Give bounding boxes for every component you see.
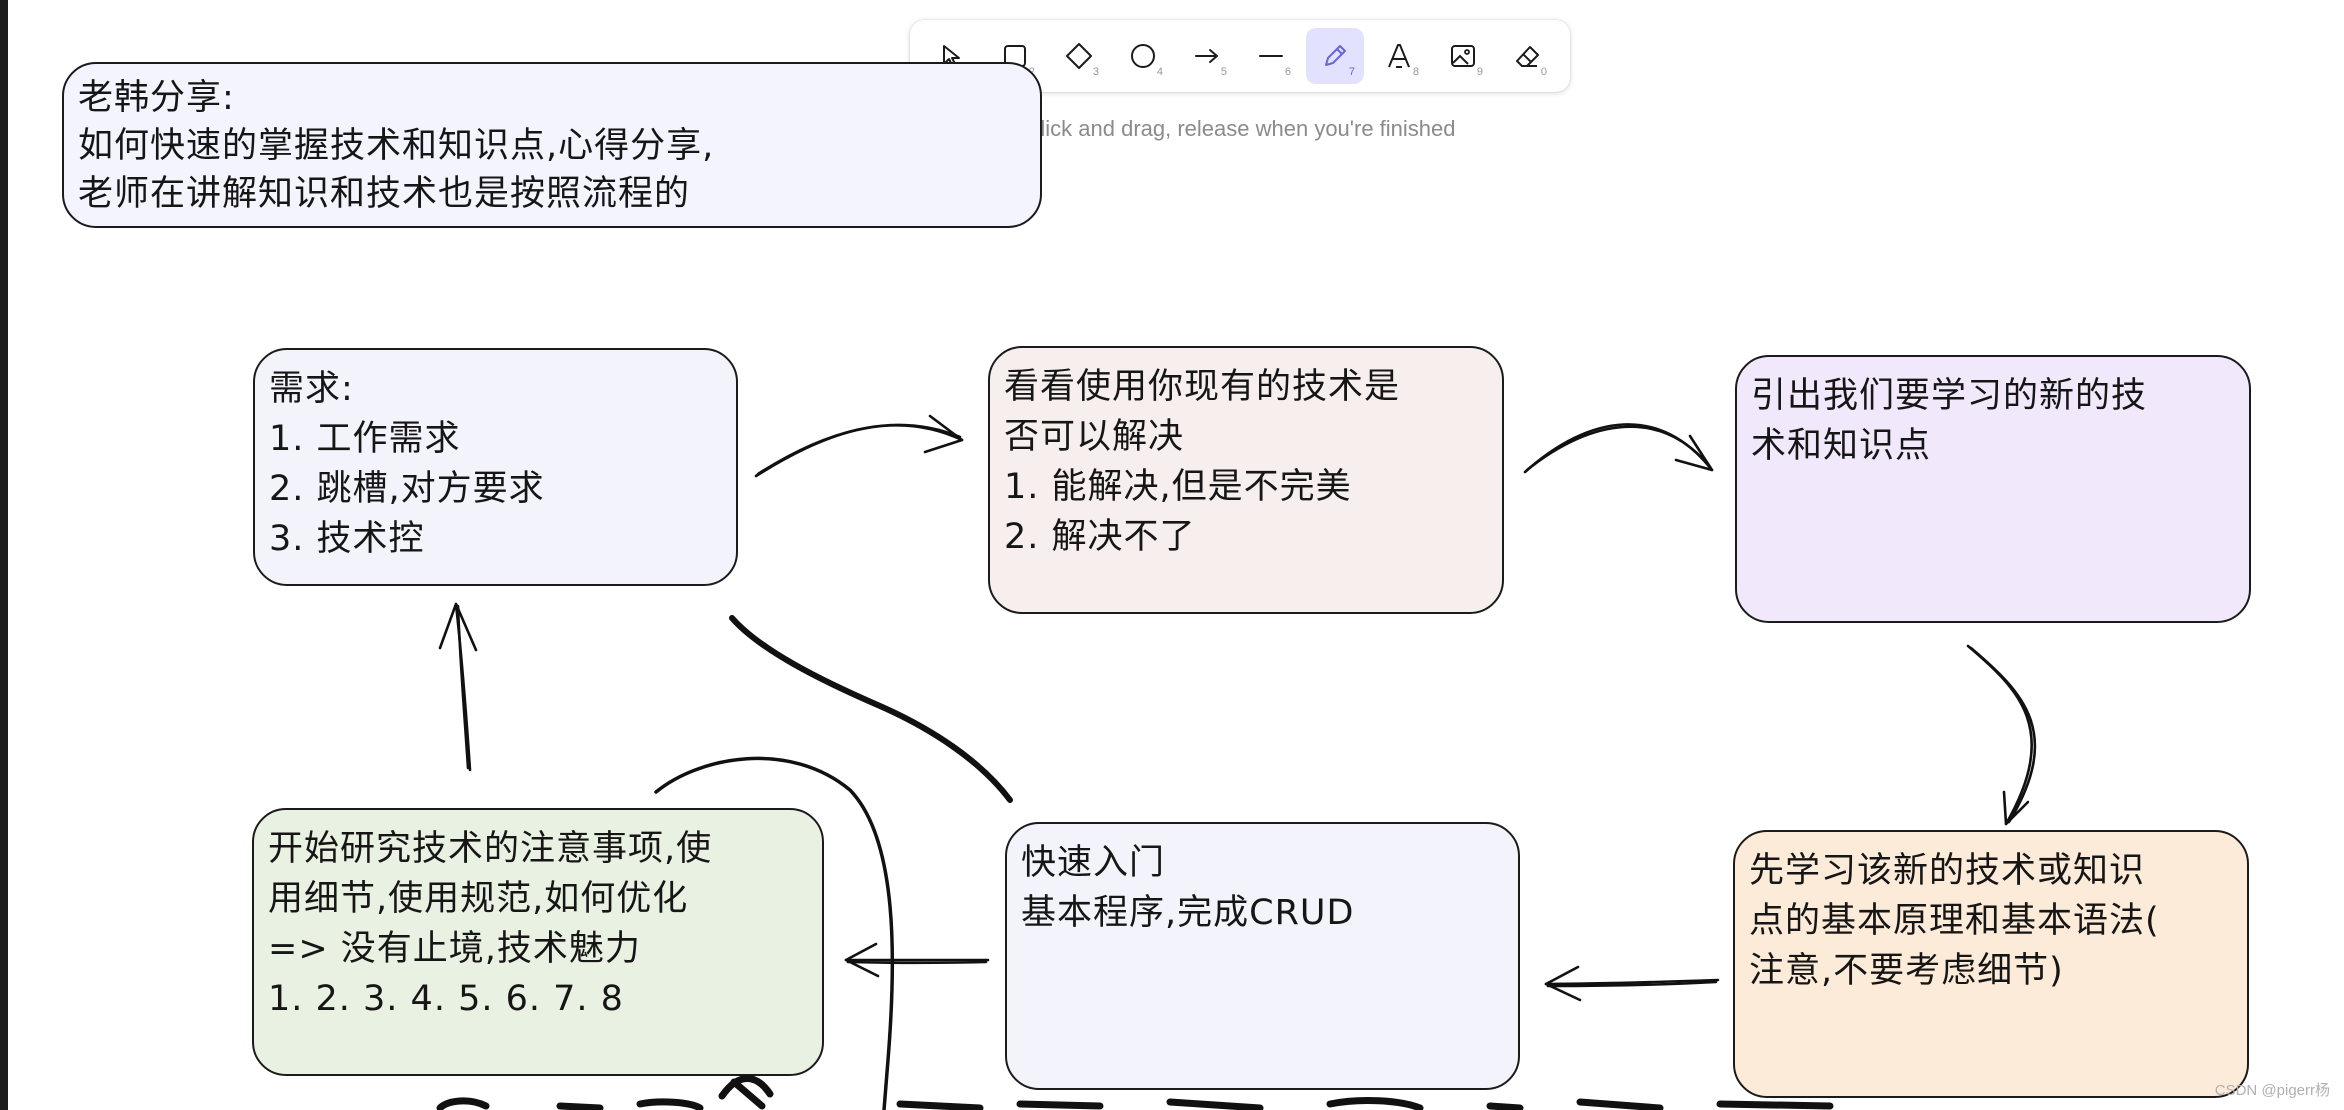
tool-key: 5 — [1220, 66, 1227, 78]
text-icon — [1388, 44, 1410, 68]
new-tech-box[interactable]: 引出我们要学习的新的技 术和知识点 — [1735, 355, 2251, 623]
box-text-line: => 没有止境,技术魅力 — [268, 929, 641, 969]
box-text-line: 1. 工作需求 — [269, 419, 461, 459]
pencil-icon — [1325, 45, 1346, 66]
ellipse-icon — [1131, 44, 1155, 68]
check-existing-tech-box[interactable]: 看看使用你现有的技术是 否可以解决 1. 能解决,但是不完美 2. 解决不了 — [988, 346, 1504, 614]
tool-key: 9 — [1476, 66, 1483, 78]
box-text-line: 基本程序,完成CRUD — [1021, 893, 1355, 933]
left-edge-strip — [0, 0, 8, 1110]
box-text-line: 快速入门 — [1021, 843, 1166, 883]
watermark: CSDN @pigerr杨 — [2214, 1082, 2330, 1099]
arrow-tool-button[interactable]: 5 — [1178, 28, 1236, 84]
box-text-line: 老韩分享: — [78, 78, 235, 118]
tool-key: 3 — [1092, 66, 1099, 78]
image-tool-button[interactable]: 9 — [1434, 28, 1492, 84]
box-text-line: 否可以解决 — [1004, 417, 1185, 457]
research-details-box[interactable]: 开始研究技术的注意事项,使 用细节,使用规范,如何优化 => 没有止境,技术魅力… — [252, 808, 824, 1076]
arrow-icon — [1195, 49, 1218, 63]
tool-key: 6 — [1284, 66, 1291, 78]
line-tool-button[interactable]: 6 — [1242, 28, 1300, 84]
requirement-box[interactable]: 需求: 1. 工作需求 2. 跳槽,对方要求 3. 技术控 — [253, 348, 738, 586]
box-text-line: 先学习该新的技术或知识 — [1749, 851, 2146, 891]
box-text-line: 2. 解决不了 — [1004, 517, 1196, 557]
line-icon — [1259, 55, 1283, 57]
diamond-tool-button[interactable]: 3 — [1050, 28, 1108, 84]
tool-key: 7 — [1348, 66, 1355, 78]
diamond-icon — [1066, 43, 1092, 69]
box-text-line: 开始研究技术的注意事项,使 — [268, 829, 713, 869]
box-text-line: 老师在讲解知识和技术也是按照流程的 — [78, 174, 691, 214]
box-text-line: 需求: — [269, 369, 354, 409]
eraser-tool-button[interactable]: 0 — [1498, 28, 1556, 84]
box-text-line: 2. 跳槽,对方要求 — [269, 469, 545, 509]
intro-note-box[interactable]: 老韩分享: 如何快速的掌握技术和知识点,心得分享, 老师在讲解知识和技术也是按照… — [62, 62, 1042, 228]
box-text-line: 术和知识点 — [1751, 426, 1932, 466]
box-text-line: 用细节,使用规范,如何优化 — [268, 879, 689, 919]
box-text-line: 点的基本原理和基本语法( — [1749, 901, 2160, 941]
tool-key: 0 — [1540, 66, 1547, 78]
draw-tool-button[interactable]: 7 — [1306, 28, 1364, 84]
tool-key: 4 — [1156, 66, 1163, 78]
box-text-line: 3. 技术控 — [269, 519, 425, 559]
quick-start-box[interactable]: 快速入门 基本程序,完成CRUD — [1005, 822, 1520, 1090]
box-text-line: 1. 2. 3. 4. 5. 6. 7. 8 — [268, 979, 624, 1019]
image-icon — [1451, 45, 1475, 67]
box-text-line: 引出我们要学习的新的技 — [1751, 376, 2148, 416]
eraser-icon — [1516, 46, 1539, 67]
learn-basics-box[interactable]: 先学习该新的技术或知识 点的基本原理和基本语法( 注意,不要考虑细节) — [1733, 830, 2249, 1098]
ellipse-tool-button[interactable]: 4 — [1114, 28, 1172, 84]
box-text-line: 1. 能解决,但是不完美 — [1004, 467, 1352, 507]
box-text-line: 看看使用你现有的技术是 — [1004, 367, 1401, 407]
box-text-line: 注意,不要考虑细节) — [1749, 951, 2064, 991]
text-tool-button[interactable]: 8 — [1370, 28, 1428, 84]
box-text-line: 如何快速的掌握技术和知识点,心得分享, — [78, 126, 715, 166]
tool-key: 8 — [1412, 66, 1419, 78]
